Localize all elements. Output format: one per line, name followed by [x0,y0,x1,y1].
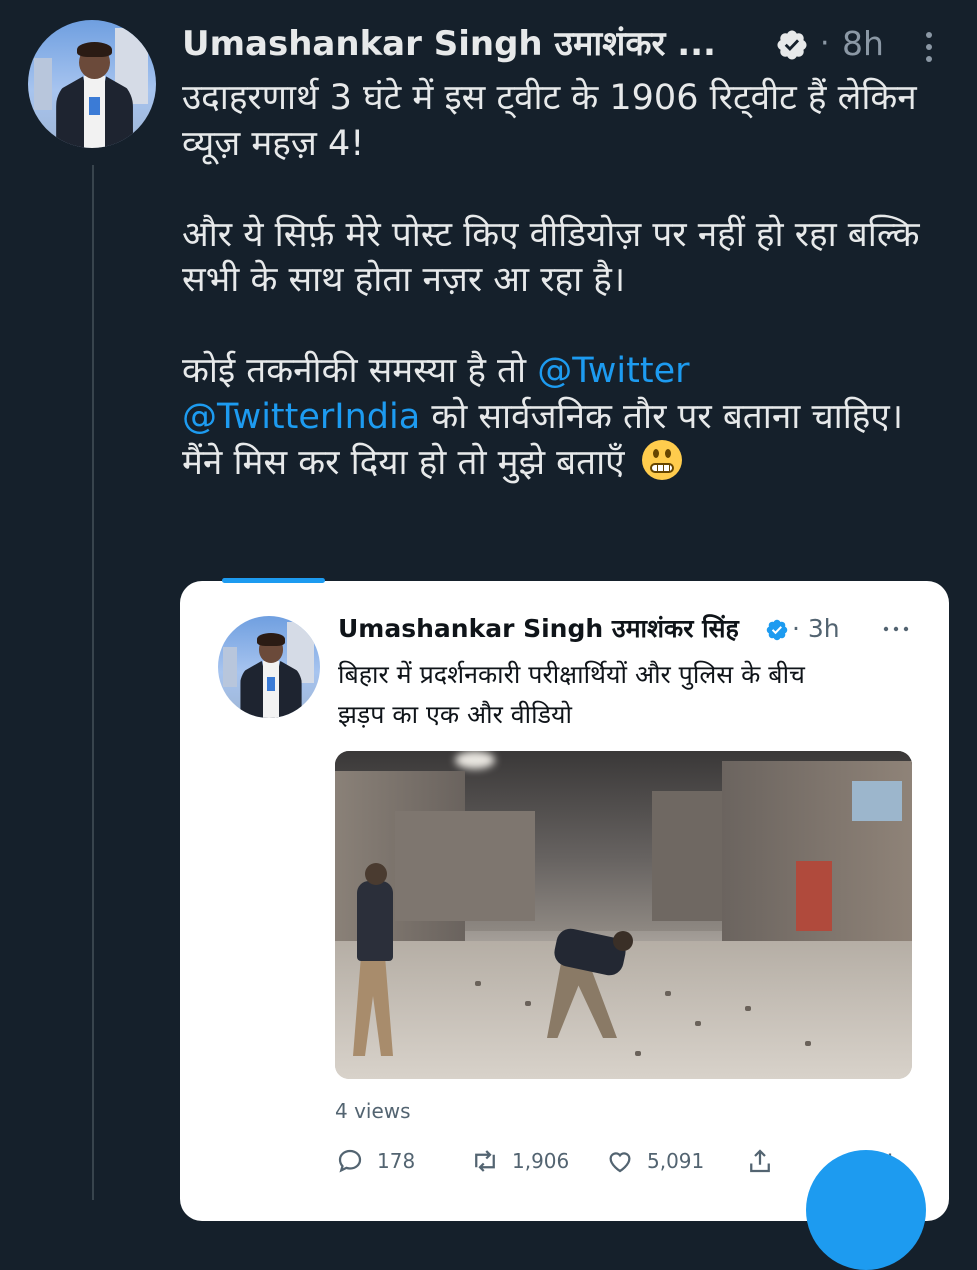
quoted-tweet-text: बिहार में प्रदर्शनकारी परीक्षार्थियों और… [338,655,918,735]
tweet-paragraph-2: और ये सिर्फ़ मेरे पोस्ट किए वीडियोज़ पर … [182,214,920,301]
share-button[interactable] [745,1143,775,1179]
separator-dot: · [792,614,800,643]
more-icon[interactable] [880,617,912,641]
quoted-tweet-time[interactable]: · 3h [792,611,840,647]
author-avatar[interactable] [28,20,156,148]
tweet-text: उदाहरणार्थ 3 घंटे में इस ट्वीट के 1906 र… [182,76,952,487]
quoted-author-avatar[interactable] [218,616,320,718]
tweet-time[interactable]: 8h [842,22,884,66]
quoted-time-value: 3h [807,614,840,643]
author-name[interactable]: Umashankar Singh उमाशंकर ... [182,22,716,66]
card-accent-bar [222,578,325,583]
verified-badge-icon [777,30,807,60]
video-thumbnail[interactable] [335,751,912,1079]
reply-button[interactable]: 178 [335,1143,415,1179]
quoted-tweet-card[interactable]: Umashankar Singh उमाशंकर सिंह · 3h बिहार… [180,581,949,1221]
reply-count: 178 [377,1149,416,1173]
retweet-count: 1,906 [512,1149,570,1173]
thread-line [92,165,94,1200]
quoted-author-name[interactable]: Umashankar Singh उमाशंकर सिंह [338,611,739,647]
view-count: 4 views [335,1099,411,1123]
paragraph-text: कोई तकनीकी समस्या है तो [182,351,538,391]
separator-dot: · [820,26,830,61]
quoted-text-line: झड़प का एक और वीडियो [338,700,572,729]
compose-button[interactable] [806,1150,926,1270]
grimacing-emoji [641,440,682,480]
like-icon [609,1152,631,1173]
quoted-text-line: बिहार में प्रदर्शनकारी परीक्षार्थियों और… [338,660,805,689]
verified-badge-icon [766,619,788,641]
mention-twitterindia[interactable]: @TwitterIndia [182,397,420,437]
reply-icon [338,1149,362,1173]
mention-twitter[interactable]: @Twitter [537,351,689,391]
more-icon[interactable] [920,30,938,64]
retweet-icon [475,1150,495,1172]
like-button[interactable]: 5,091 [605,1143,704,1179]
tweet-paragraph-1: उदाहरणार्थ 3 घंटे में इस ट्वीट के 1906 र… [182,78,917,164]
like-count: 5,091 [647,1149,705,1173]
share-icon [750,1149,770,1173]
tweet-paragraph-3: कोई तकनीकी समस्या है तो @Twitter @Twitter… [182,349,952,487]
tweet-header: Umashankar Singh उमाशंकर ... · 8h [182,22,962,72]
retweet-button[interactable]: 1,906 [470,1143,569,1179]
